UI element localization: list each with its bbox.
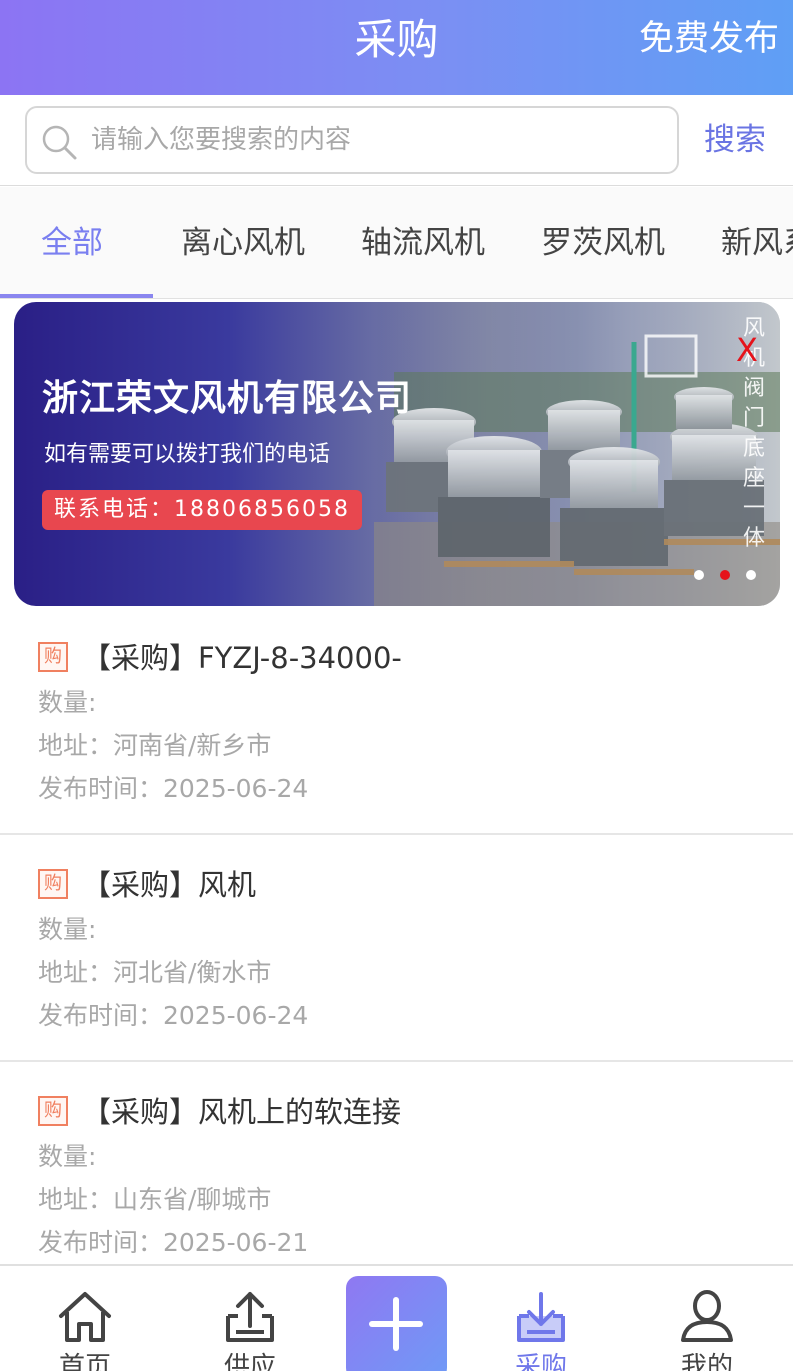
carousel-dot[interactable] bbox=[694, 570, 704, 580]
carousel-dot[interactable] bbox=[746, 570, 756, 580]
active-tab-indicator bbox=[0, 294, 153, 298]
publish-plus-button[interactable] bbox=[346, 1276, 447, 1371]
banner-carousel: 浙江荣文风机有限公司 如有需要可以拨打我们的电话 联系电话：1880685605… bbox=[0, 300, 793, 608]
item-address: 地址：山东省/聊城市 bbox=[38, 1185, 272, 1214]
home-icon bbox=[59, 1292, 111, 1342]
banner-close-button[interactable]: X bbox=[736, 330, 758, 370]
search-bar: 搜索 bbox=[0, 95, 793, 186]
search-button[interactable]: 搜索 bbox=[704, 117, 766, 163]
bottom-nav: 首页 供应 采购 我的 bbox=[0, 1264, 793, 1371]
tab-centrifugal-fan[interactable]: 离心风机 bbox=[181, 221, 305, 265]
tab-fresh-air[interactable]: 新风系 bbox=[721, 221, 793, 265]
nav-purchase-label: 采购 bbox=[514, 1352, 567, 1371]
item-title[interactable]: 【采购】风机上的软连接 bbox=[82, 1092, 401, 1132]
search-icon bbox=[42, 125, 77, 160]
item-title[interactable]: 【采购】风机 bbox=[82, 865, 256, 905]
list-item[interactable]: 购 【采购】风机 数量: 地址：河北省/衡水市 发布时间：2025-06-24 bbox=[0, 835, 793, 1062]
search-input[interactable] bbox=[91, 118, 661, 162]
item-address: 地址：河北省/衡水市 bbox=[38, 958, 272, 987]
item-quantity: 数量: bbox=[38, 688, 97, 717]
nav-home[interactable]: 首页 bbox=[25, 1266, 145, 1371]
plus-icon bbox=[369, 1297, 423, 1351]
item-quantity: 数量: bbox=[38, 1142, 97, 1171]
category-tabs: 全部 离心风机 轴流风机 罗茨风机 新风系 bbox=[0, 187, 793, 299]
tab-all[interactable]: 全部 bbox=[41, 221, 103, 265]
item-time: 发布时间：2025-06-24 bbox=[38, 1001, 309, 1030]
purchase-badge-icon: 购 bbox=[38, 869, 68, 899]
item-title[interactable]: 【采购】FYZJ-8-34000- bbox=[82, 638, 402, 678]
item-address: 地址：河南省/新乡市 bbox=[38, 731, 272, 760]
download-icon bbox=[517, 1292, 565, 1342]
item-quantity: 数量: bbox=[38, 915, 97, 944]
purchase-list: 购 【采购】FYZJ-8-34000- 数量: 地址：河南省/新乡市 发布时间：… bbox=[0, 608, 793, 1289]
nav-mine-label: 我的 bbox=[680, 1352, 733, 1371]
tab-roots-blower[interactable]: 罗茨风机 bbox=[541, 221, 665, 265]
top-header: 采购 免费发布 bbox=[0, 0, 793, 95]
tab-axial-fan[interactable]: 轴流风机 bbox=[361, 221, 485, 265]
upload-icon bbox=[226, 1292, 274, 1342]
item-time: 发布时间：2025-06-24 bbox=[38, 774, 309, 803]
banner-company-name: 浙江荣文风机有限公司 bbox=[42, 378, 413, 419]
banner-slide[interactable]: 浙江荣文风机有限公司 如有需要可以拨打我们的电话 联系电话：1880685605… bbox=[14, 302, 780, 606]
banner-subtitle: 如有需要可以拨打我们的电话 bbox=[44, 442, 331, 467]
item-time: 发布时间：2025-06-21 bbox=[38, 1228, 309, 1257]
list-item[interactable]: 购 【采购】风机上的软连接 数量: 地址：山东省/聊城市 发布时间：2025-0… bbox=[0, 1062, 793, 1289]
banner-phone[interactable]: 联系电话：18806856058 bbox=[42, 490, 362, 530]
user-icon bbox=[681, 1290, 733, 1342]
nav-mine[interactable]: 我的 bbox=[647, 1266, 767, 1371]
carousel-dot-active[interactable] bbox=[720, 570, 730, 580]
free-publish-button[interactable]: 免费发布 bbox=[639, 16, 779, 62]
nav-supply[interactable]: 供应 bbox=[190, 1266, 310, 1371]
purchase-badge-icon: 购 bbox=[38, 1096, 68, 1126]
list-item[interactable]: 购 【采购】FYZJ-8-34000- 数量: 地址：河南省/新乡市 发布时间：… bbox=[0, 608, 793, 835]
search-box[interactable] bbox=[25, 106, 679, 174]
nav-home-label: 首页 bbox=[58, 1352, 111, 1371]
nav-purchase[interactable]: 采购 bbox=[481, 1266, 601, 1371]
purchase-badge-icon: 购 bbox=[38, 642, 68, 672]
nav-supply-label: 供应 bbox=[223, 1352, 276, 1371]
